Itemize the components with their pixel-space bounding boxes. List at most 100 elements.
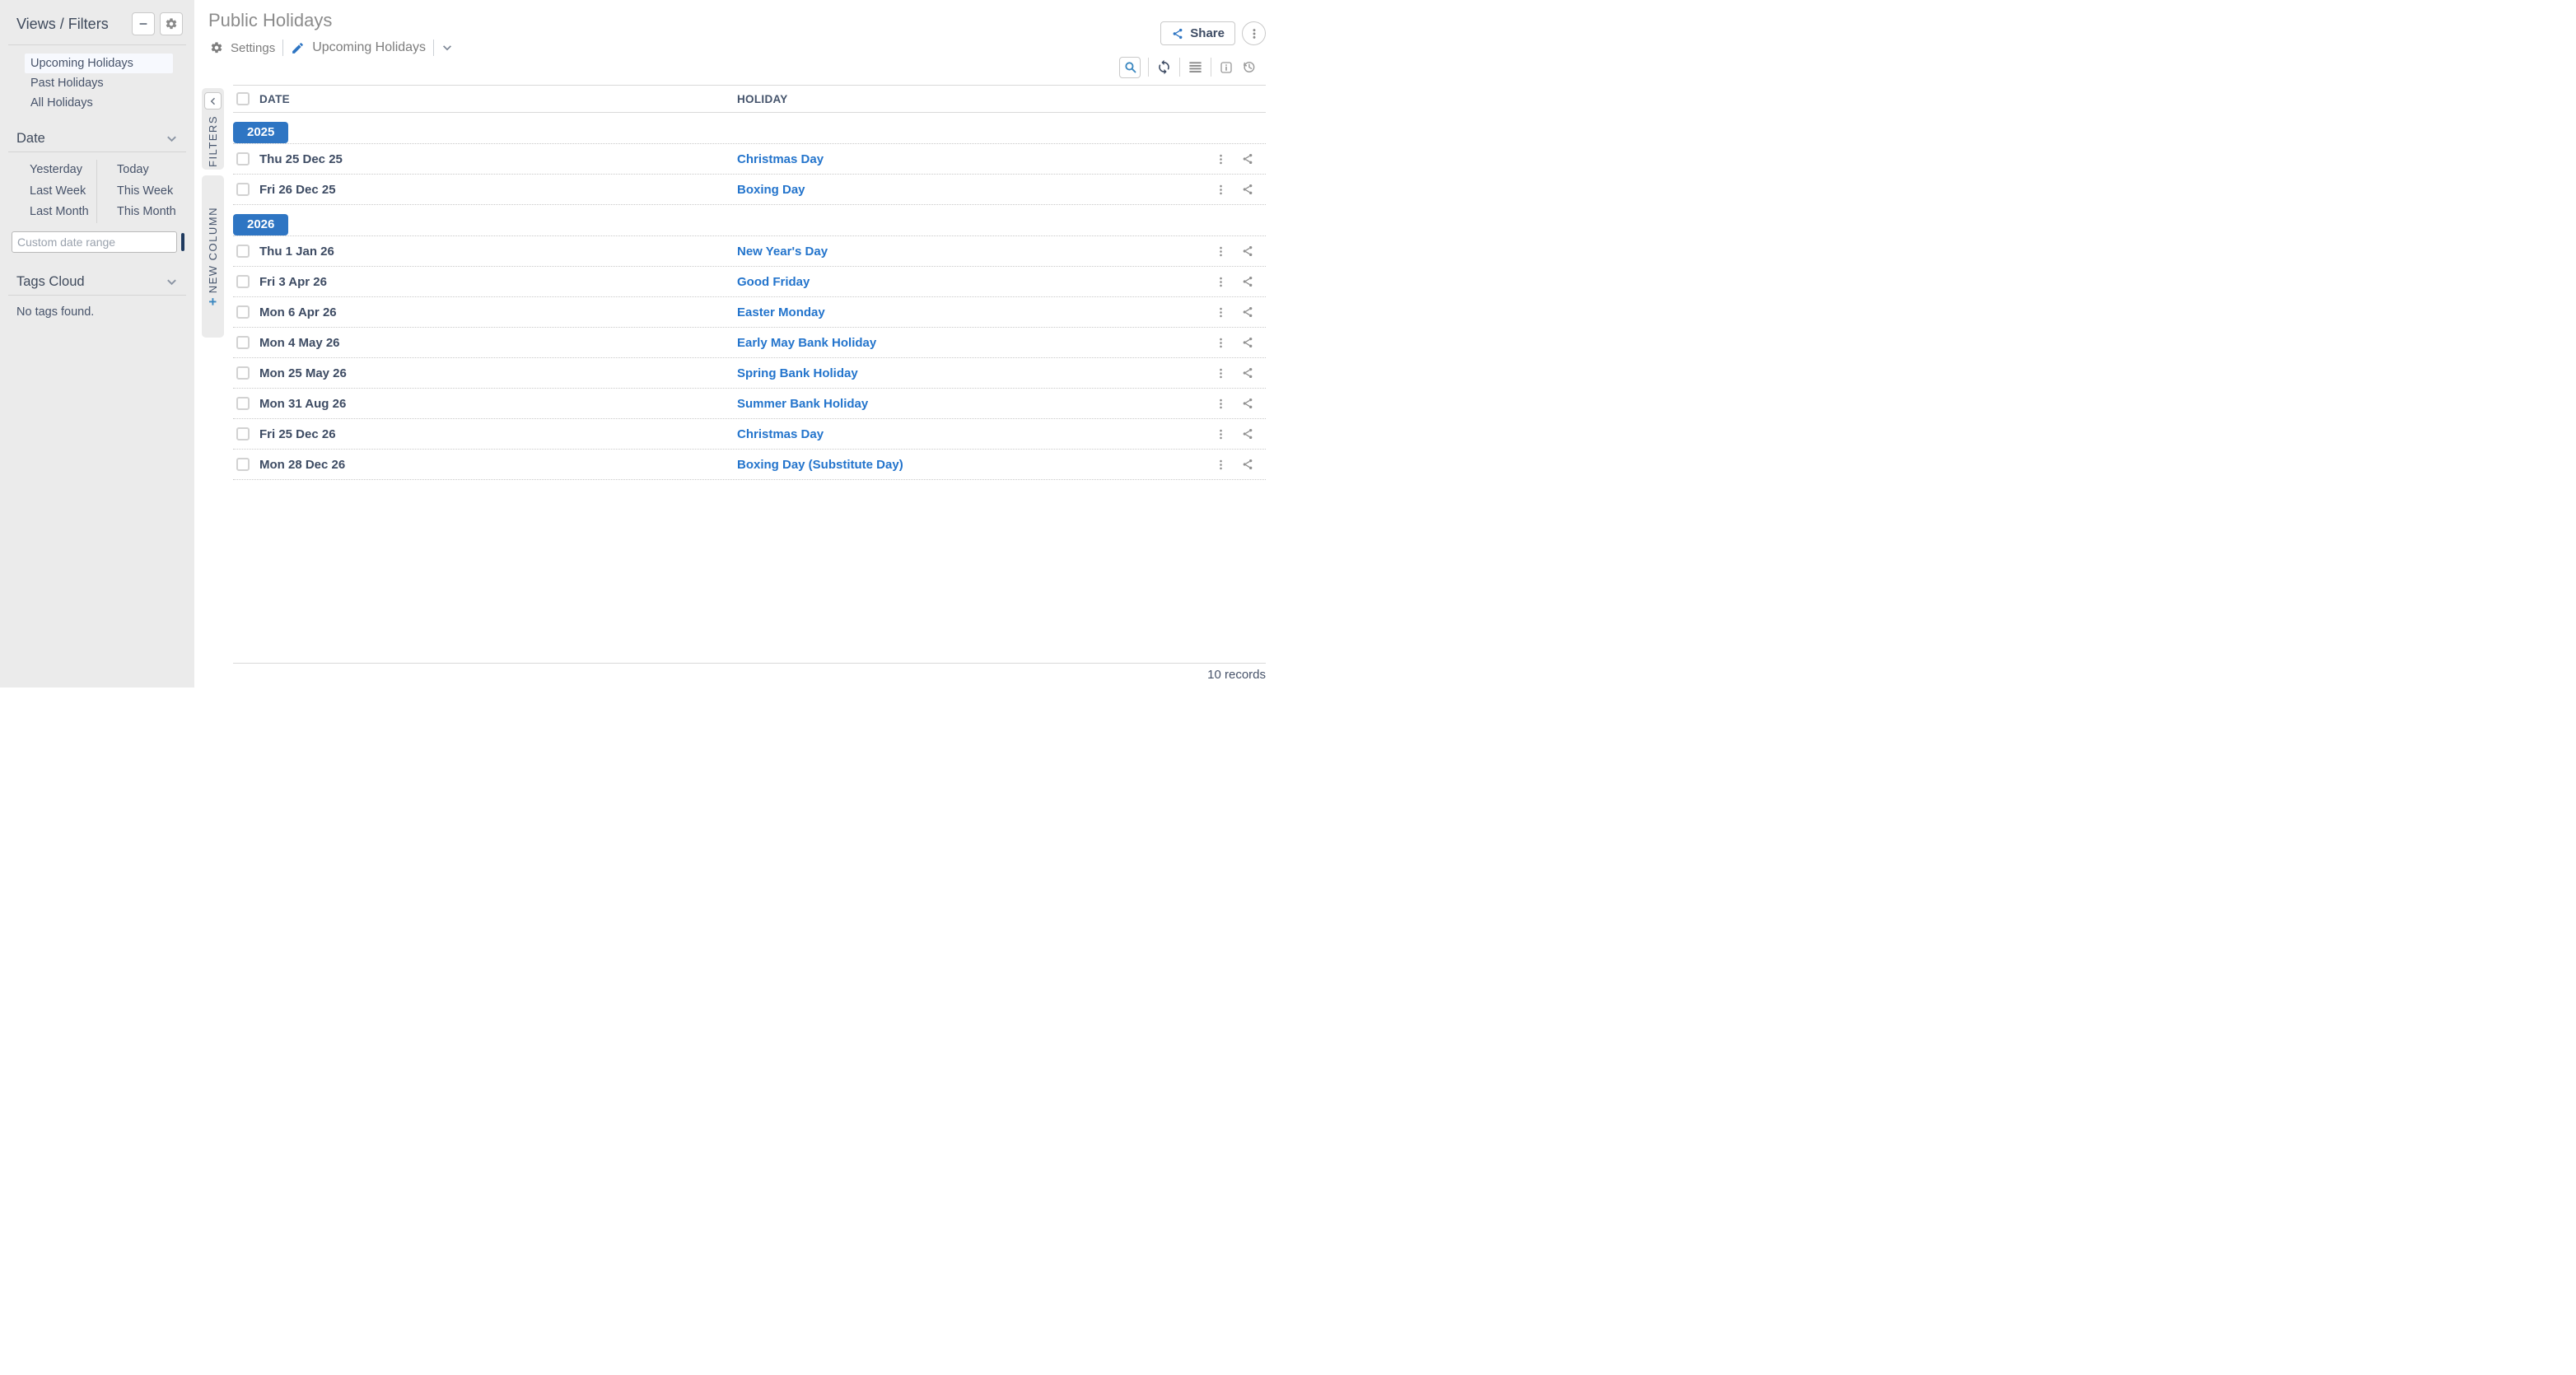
date-quick-filters: YesterdayLast WeekLast Month TodayThis W… — [0, 160, 194, 223]
share-icon[interactable] — [1241, 245, 1254, 258]
row-checkbox[interactable] — [236, 183, 250, 196]
toolbar-separator — [1179, 58, 1180, 77]
chevron-left-icon — [208, 96, 218, 106]
kebab-menu-icon — [1248, 27, 1261, 40]
tags-section-header[interactable]: Tags Cloud — [16, 274, 178, 290]
qf-right: TodayThis WeekThis Month — [97, 160, 194, 223]
year-badge[interactable]: 2025 — [233, 122, 288, 143]
share-icon[interactable] — [1241, 305, 1254, 319]
row-date: Fri 25 Dec 26 — [259, 427, 336, 441]
info-icon — [1219, 60, 1234, 75]
row-holiday-link[interactable]: Christmas Day — [737, 152, 824, 166]
share-icon[interactable] — [1241, 397, 1254, 410]
collapse-filters-button[interactable] — [204, 92, 222, 110]
share-icon[interactable] — [1241, 275, 1254, 288]
table-row: Fri 25 Dec 26 Christmas Day — [233, 419, 1266, 450]
row-checkbox[interactable] — [236, 336, 250, 349]
row-height-button[interactable] — [1188, 59, 1203, 75]
kebab-menu-icon[interactable] — [1215, 428, 1227, 440]
date-range-handle[interactable] — [181, 233, 184, 251]
column-header-holiday[interactable]: HOLIDAY — [737, 93, 788, 105]
row-holiday-link[interactable]: Early May Bank Holiday — [737, 336, 876, 350]
row-checkbox[interactable] — [236, 152, 250, 165]
share-icon[interactable] — [1241, 152, 1254, 165]
row-holiday-link[interactable]: Easter Monday — [737, 305, 825, 319]
row-checkbox[interactable] — [236, 458, 250, 471]
row-holiday-link[interactable]: Boxing Day — [737, 183, 805, 197]
refresh-icon — [1156, 59, 1172, 75]
row-checkbox[interactable] — [236, 366, 250, 380]
kebab-menu-icon[interactable] — [1215, 398, 1227, 410]
kebab-menu-icon[interactable] — [1215, 276, 1227, 288]
date-quick-filter[interactable]: This Week — [117, 181, 194, 203]
table-footer-line — [233, 663, 1266, 664]
settings-link[interactable]: Settings — [231, 41, 275, 55]
date-section-header[interactable]: Date — [16, 131, 178, 147]
date-quick-filter[interactable]: Last Week — [30, 181, 96, 203]
date-quick-filter[interactable]: This Month — [117, 202, 194, 223]
holidays-table: DATE HOLIDAY 2025Thu 25 Dec 25Christmas … — [233, 85, 1266, 480]
row-holiday-link[interactable]: Boxing Day (Substitute Day) — [737, 458, 903, 472]
search-button[interactable] — [1119, 57, 1141, 78]
date-quick-filter[interactable]: Yesterday — [30, 160, 96, 181]
filters-tab-label: FILTERS — [207, 115, 219, 167]
kebab-menu-icon[interactable] — [1215, 306, 1227, 319]
date-quick-filter[interactable]: Last Month — [30, 202, 96, 223]
share-icon[interactable] — [1241, 427, 1254, 440]
kebab-menu-icon[interactable] — [1215, 367, 1227, 380]
share-button[interactable]: Share — [1160, 21, 1235, 45]
table-row: Mon 31 Aug 26Summer Bank Holiday — [233, 389, 1266, 419]
chevron-down-icon[interactable] — [441, 42, 453, 54]
column-header-date[interactable]: DATE — [259, 93, 290, 105]
year-group-row: 2025 — [233, 113, 1266, 144]
sidebar-settings-button[interactable] — [160, 12, 183, 35]
current-view-name[interactable]: Upcoming Holidays — [312, 40, 426, 55]
minimize-button[interactable] — [132, 12, 155, 35]
new-column-side-tab[interactable]: + NEW COLUMN — [202, 175, 224, 338]
subheader: Settings Upcoming Holidays — [210, 39, 453, 57]
row-holiday-link[interactable]: Summer Bank Holiday — [737, 397, 868, 411]
kebab-menu-icon[interactable] — [1215, 153, 1227, 165]
row-checkbox[interactable] — [236, 275, 250, 288]
record-count: 10 records — [1207, 668, 1266, 682]
select-all-checkbox[interactable] — [236, 92, 250, 105]
info-button[interactable] — [1219, 60, 1234, 75]
new-column-tab-label: + NEW COLUMN — [205, 207, 222, 305]
kebab-menu-icon[interactable] — [1215, 459, 1227, 471]
row-checkbox[interactable] — [236, 397, 250, 410]
share-icon[interactable] — [1241, 336, 1254, 349]
page-title: Public Holidays — [208, 10, 332, 31]
year-badge[interactable]: 2026 — [233, 214, 288, 235]
share-icon[interactable] — [1241, 366, 1254, 380]
row-holiday-link[interactable]: Good Friday — [737, 275, 810, 289]
refresh-button[interactable] — [1156, 59, 1172, 75]
sidebar-view-item[interactable]: Upcoming Holidays — [25, 54, 173, 73]
date-quick-filter[interactable]: Today — [117, 160, 194, 181]
sidebar-view-item[interactable]: All Holidays — [25, 93, 173, 113]
history-icon — [1241, 59, 1257, 75]
row-date: Mon 28 Dec 26 — [259, 458, 345, 472]
list-icon — [1188, 59, 1203, 75]
filters-side-tab[interactable]: FILTERS — [202, 88, 224, 170]
custom-date-range-input[interactable] — [12, 231, 177, 253]
share-icon[interactable] — [1241, 183, 1254, 196]
share-icon[interactable] — [1241, 458, 1254, 471]
kebab-menu-icon[interactable] — [1215, 245, 1227, 258]
sidebar-view-item[interactable]: Past Holidays — [25, 73, 173, 93]
row-checkbox[interactable] — [236, 245, 250, 258]
view-list: Upcoming HolidaysPast HolidaysAll Holida… — [25, 54, 173, 113]
gear-icon — [210, 41, 223, 54]
row-checkbox[interactable] — [236, 305, 250, 319]
tags-section-title: Tags Cloud — [16, 274, 166, 290]
row-holiday-link[interactable]: Christmas Day — [737, 427, 824, 441]
kebab-menu-icon[interactable] — [1215, 337, 1227, 349]
more-options-button[interactable] — [1242, 21, 1266, 45]
pencil-icon[interactable] — [291, 41, 305, 55]
history-button[interactable] — [1241, 59, 1257, 75]
row-checkbox[interactable] — [236, 427, 250, 440]
kebab-menu-icon[interactable] — [1215, 184, 1227, 196]
row-holiday-link[interactable]: Spring Bank Holiday — [737, 366, 858, 380]
table-row: Fri 3 Apr 26Good Friday — [233, 267, 1266, 297]
row-holiday-link[interactable]: New Year's Day — [737, 245, 828, 259]
table-row: Mon 28 Dec 26 Boxing Day (Substitute Day) — [233, 450, 1266, 480]
